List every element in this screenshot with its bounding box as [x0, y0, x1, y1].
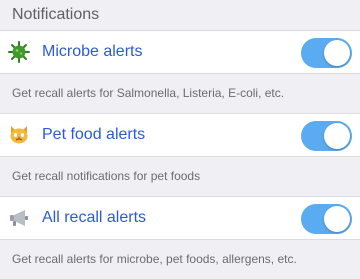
megaphone-icon	[8, 207, 30, 229]
all-recall-alerts-description: Get recall alerts for microbe, pet foods…	[12, 252, 297, 266]
section-title: Notifications	[12, 6, 100, 23]
microbe-alerts-label: Microbe alerts	[42, 43, 143, 60]
microbe-alerts-row[interactable]: Microbe alerts	[0, 30, 360, 74]
toggle-knob	[324, 123, 350, 149]
all-recall-alerts-group: All recall alerts Get recall alerts for …	[0, 196, 360, 279]
toggle-knob	[324, 40, 350, 66]
all-recall-alerts-row[interactable]: All recall alerts	[0, 196, 360, 240]
all-recall-alerts-label: All recall alerts	[42, 209, 147, 226]
pet-food-alerts-label: Pet food alerts	[42, 126, 146, 143]
cat-icon	[8, 124, 30, 146]
toggle-knob	[324, 206, 350, 232]
microbe-alerts-toggle[interactable]	[301, 38, 352, 68]
microbe-icon	[8, 41, 30, 63]
pet-food-alerts-description: Get recall notifications for pet foods	[12, 169, 201, 183]
microbe-alerts-description: Get recall alerts for Salmonella, Lister…	[12, 86, 285, 100]
pet-food-alerts-group: Pet food alerts Get recall notifications…	[0, 113, 360, 196]
pet-food-alerts-row[interactable]: Pet food alerts	[0, 113, 360, 157]
pet-food-alerts-toggle[interactable]	[301, 121, 352, 151]
all-recall-alerts-toggle[interactable]	[301, 204, 352, 234]
microbe-alerts-group: Microbe alerts Get recall alerts for Sal…	[0, 30, 360, 113]
